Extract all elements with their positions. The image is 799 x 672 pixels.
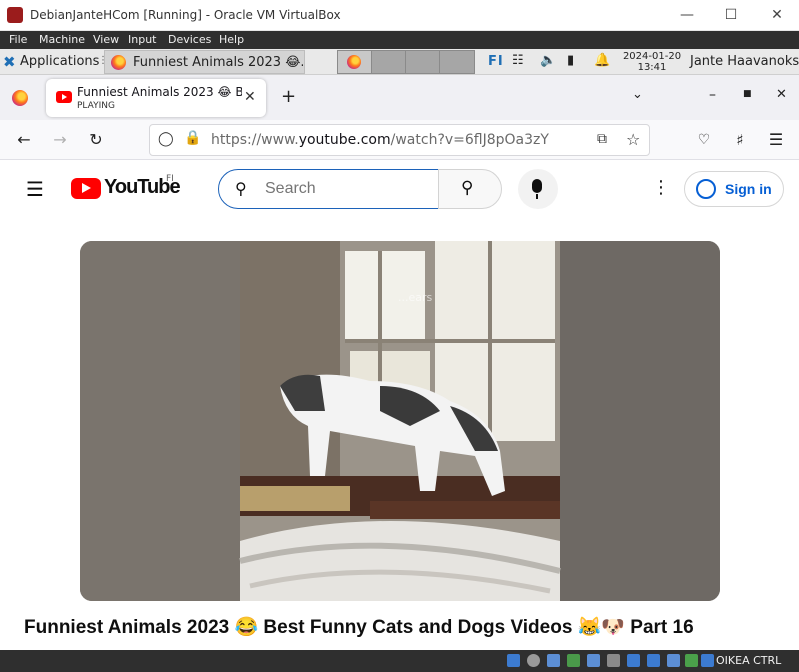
search-button[interactable]: ⚲: [438, 169, 502, 209]
search-icon: ⚲: [235, 179, 247, 198]
list-all-tabs-chevron-icon[interactable]: ⌄: [632, 87, 643, 102]
reload-icon[interactable]: ↻: [84, 128, 108, 152]
url-text[interactable]: https://www.youtube.com/watch?v=6flJ8pOa…: [211, 132, 549, 148]
hard-disk-icon[interactable]: [507, 654, 520, 667]
virtualization-icon[interactable]: [667, 654, 680, 667]
volume-icon[interactable]: 🔈: [540, 53, 556, 68]
display-icon[interactable]: [627, 654, 640, 667]
search-icon: ⚲: [461, 178, 474, 198]
maximize-icon[interactable]: ☐: [709, 4, 753, 26]
mouse-integration-icon[interactable]: [685, 654, 698, 667]
firefox-icon: [111, 55, 126, 70]
shared-folders-icon[interactable]: [607, 654, 620, 667]
vbox-title-bar: DebianJanteHCom [Running] - Oracle VM Vi…: [0, 0, 799, 31]
workspace-4[interactable]: [439, 50, 475, 74]
browser-nav-bar: ← → ↻ ◯ 🔒 https://www.youtube.com/watch?…: [0, 120, 799, 160]
video-player[interactable]: ...ears: [80, 241, 720, 601]
clock-date: 2024-01-20: [622, 51, 682, 62]
guide-menu-icon[interactable]: ☰: [26, 179, 44, 199]
battery-icon[interactable]: ▮: [567, 53, 574, 68]
video-title: Funniest Animals 2023 😂 Best Funny Cats …: [24, 617, 694, 638]
tracking-shield-icon[interactable]: ◯: [158, 131, 174, 147]
keyboard-capture-icon[interactable]: [701, 654, 714, 667]
applications-menu[interactable]: Applications: [20, 54, 99, 69]
clock-time: 13:41: [637, 62, 667, 73]
taskbar-firefox-window[interactable]: Funniest Animals 2023 😂...: [104, 50, 305, 74]
taskbar-window-title: Funniest Animals 2023 😂...: [133, 55, 303, 70]
panel-clock[interactable]: 2024-01-20 13:41: [620, 51, 684, 73]
desktop-panel: ✖ Applications ⋮ Funniest Animals 2023 😂…: [0, 49, 799, 75]
browser-close-icon[interactable]: ✕: [776, 87, 787, 102]
status-icons: [507, 653, 714, 669]
microphone-icon: [532, 179, 542, 193]
search-box[interactable]: ⚲: [218, 169, 439, 209]
video-frame: ...ears: [80, 241, 720, 601]
youtube-logo-icon[interactable]: [71, 178, 101, 199]
vbox-status-bar: OIKEA CTRL: [0, 650, 799, 672]
hamburger-menu-icon[interactable]: ☰: [764, 128, 788, 152]
workspace-2[interactable]: [371, 50, 407, 74]
tab-title: Funniest Animals 2023 😂 Be: [77, 85, 242, 99]
recording-icon[interactable]: [647, 654, 660, 667]
sign-in-button[interactable]: Sign in: [684, 171, 784, 207]
network-adapter-icon[interactable]: [567, 654, 580, 667]
pocket-icon[interactable]: ♡: [692, 128, 716, 152]
country-code: FI: [166, 174, 174, 184]
picture-in-picture-icon[interactable]: ⧉: [597, 131, 607, 147]
browser-minimize-icon[interactable]: –: [709, 87, 716, 103]
user-menu[interactable]: Jante Haavanoksa: [690, 54, 799, 69]
keyboard-layout-indicator[interactable]: FI: [488, 54, 504, 69]
workspace-1[interactable]: [337, 50, 373, 74]
search-input[interactable]: [265, 178, 430, 200]
firefox-icon: [347, 55, 361, 69]
menu-view[interactable]: View: [93, 33, 119, 46]
menu-input[interactable]: Input: [128, 33, 156, 46]
menu-devices[interactable]: Devices: [168, 33, 211, 46]
voice-search-button[interactable]: [518, 169, 558, 209]
url-bar[interactable]: ◯ 🔒 https://www.youtube.com/watch?v=6flJ…: [149, 124, 650, 156]
workspace-3[interactable]: [405, 50, 441, 74]
virtualbox-logo-icon: [7, 7, 23, 23]
menu-help[interactable]: Help: [219, 33, 244, 46]
vbox-menu-bar: File Machine View Input Devices Help: [0, 31, 799, 49]
vbox-window-title: DebianJanteHCom [Running] - Oracle VM Vi…: [30, 8, 341, 22]
lock-icon[interactable]: 🔒: [184, 130, 201, 146]
bookmark-star-icon[interactable]: ☆: [626, 130, 640, 149]
video-watermark: ...ears: [398, 291, 433, 304]
audio-icon[interactable]: [547, 654, 560, 667]
optical-drive-icon[interactable]: [527, 654, 540, 667]
back-arrow-icon[interactable]: ←: [12, 128, 36, 152]
tab-youtube[interactable]: Funniest Animals 2023 😂 Be PLAYING ✕: [46, 79, 266, 117]
close-icon[interactable]: ✕: [755, 4, 799, 26]
youtube-favicon-icon: [56, 91, 72, 103]
microphone-stand: [536, 194, 538, 199]
firefox-view-icon[interactable]: [12, 90, 28, 106]
forward-arrow-icon[interactable]: →: [48, 128, 72, 152]
host-key-label: OIKEA CTRL: [716, 654, 782, 667]
minimize-icon[interactable]: —: [665, 4, 709, 26]
notifications-bell-icon[interactable]: 🔔: [594, 53, 610, 68]
settings-more-vertical-icon[interactable]: ⋮: [652, 178, 670, 198]
new-tab-plus-icon[interactable]: +: [281, 86, 296, 107]
sign-in-label: Sign in: [725, 181, 772, 197]
xfce-logo-icon[interactable]: ✖: [3, 53, 16, 71]
menu-file[interactable]: File: [9, 33, 27, 46]
menu-machine[interactable]: Machine: [39, 33, 85, 46]
tab-playing-label: PLAYING: [77, 101, 115, 111]
tab-close-icon[interactable]: ✕: [244, 89, 256, 105]
browser-tab-strip: Funniest Animals 2023 😂 Be PLAYING ✕ + ⌄…: [0, 75, 799, 120]
network-icon[interactable]: ☷: [512, 53, 524, 68]
browser-maximize-icon[interactable]: ■: [743, 89, 752, 99]
account-circle-icon: [696, 179, 716, 199]
extensions-puzzle-icon[interactable]: ♯: [728, 128, 752, 152]
usb-icon[interactable]: [587, 654, 600, 667]
